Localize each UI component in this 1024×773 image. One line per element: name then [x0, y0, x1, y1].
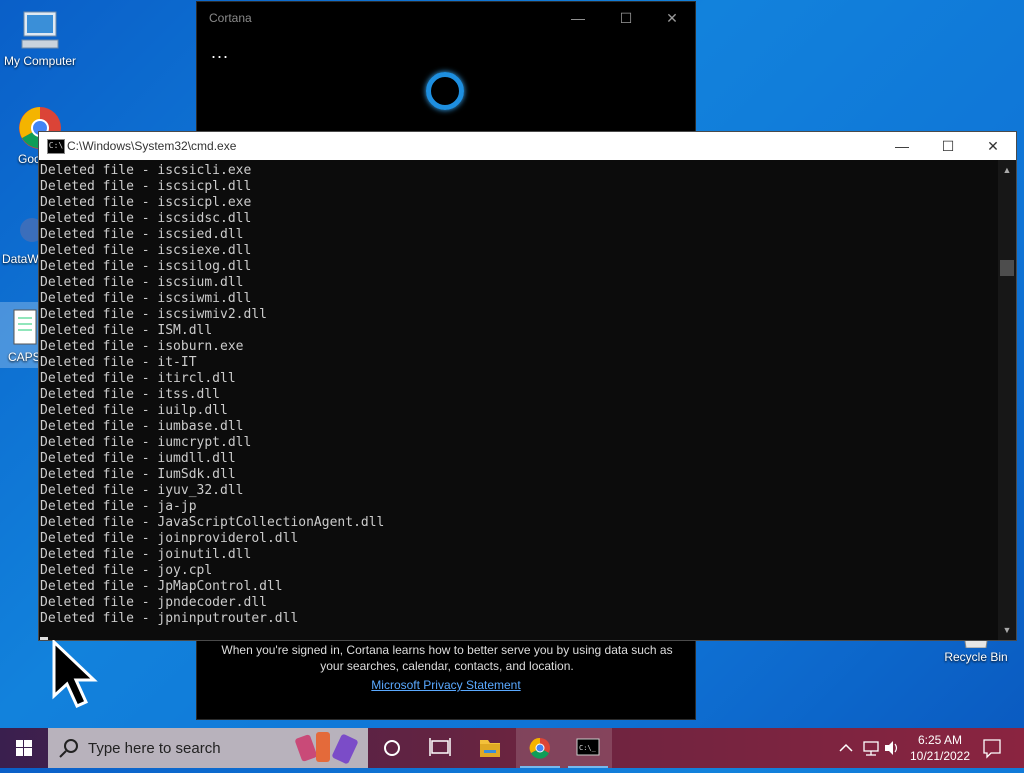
cmd-window[interactable]: C:\ C:\Windows\System32\cmd.exe — ☐ ✕ De…	[38, 131, 1017, 641]
console-output[interactable]: Deleted file - iscsicli.exe Deleted file …	[40, 163, 998, 639]
cortana-dots: ...	[211, 42, 230, 62]
maximize-icon: ☐	[619, 10, 633, 26]
console-line: Deleted file - JavaScriptCollectionAgent…	[40, 515, 385, 530]
clock-date: 10/21/2022	[909, 749, 971, 763]
chevron-up-icon	[839, 743, 853, 752]
cmd-app-icon: C:\	[47, 139, 65, 154]
cortana-minimize-button[interactable]: —	[555, 4, 601, 32]
desktop-icon-caps[interactable]: CAPS	[0, 302, 41, 368]
cortana-info-line-2: your searches, calendar, contacts, and l…	[320, 659, 574, 673]
console-line: Deleted file - iscsiwmi.dll	[40, 291, 252, 306]
chrome-taskbar-button[interactable]	[516, 728, 564, 768]
console-line: Deleted file - iumdll.dll	[40, 451, 236, 466]
cortana-taskbar-button[interactable]	[368, 728, 416, 768]
console-line: Deleted file - joinproviderol.dll	[40, 531, 299, 546]
speaker-icon	[885, 741, 898, 755]
file-explorer-taskbar-button[interactable]	[466, 728, 514, 768]
console-line: Deleted file - joinutil.dll	[40, 547, 252, 562]
console-line: Deleted file - iscsicpl.dll	[40, 179, 252, 194]
document-icon	[13, 309, 37, 345]
scroll-down-arrow-icon[interactable]: ▼	[998, 622, 1016, 638]
cortana-circle-icon	[384, 740, 400, 756]
console-line: Deleted file - IumSdk.dll	[40, 467, 236, 482]
cmd-close-button[interactable]: ✕	[970, 132, 1016, 160]
network-icon	[863, 741, 879, 756]
console-line: Deleted file - iscsied.dll	[40, 227, 244, 242]
chrome-icon	[529, 737, 550, 759]
volume-tray-button[interactable]	[882, 728, 902, 768]
desktop-icon-my-computer[interactable]: My Computer	[0, 10, 80, 68]
console-cursor	[40, 637, 48, 640]
minimize-icon: —	[571, 10, 585, 26]
cmd-minimize-button[interactable]: —	[879, 132, 925, 160]
console-scrollbar[interactable]: ▲ ▼	[998, 160, 1016, 640]
command-prompt-icon: C:\_	[576, 738, 600, 756]
cortana-maximize-button[interactable]: ☐	[603, 4, 649, 32]
computer-icon	[21, 11, 59, 49]
console-line: Deleted file - itss.dll	[40, 387, 221, 402]
clock-time: 6:25 AM	[917, 733, 963, 747]
tray-chevron-button[interactable]	[836, 728, 856, 768]
console-line: Deleted file - iyuv_32.dll	[40, 483, 244, 498]
console-line: Deleted file - iscsilog.dll	[40, 259, 252, 274]
search-icon	[59, 739, 78, 758]
console-line: Deleted file - JpMapControl.dll	[40, 579, 283, 594]
console-line: Deleted file - jpndecoder.dll	[40, 595, 267, 610]
console-line: Deleted file - iumcrypt.dll	[40, 435, 252, 450]
task-view-button[interactable]	[416, 728, 464, 768]
cmd-titlebar[interactable]: C:\ C:\Windows\System32\cmd.exe — ☐ ✕	[39, 132, 1016, 160]
console-line: Deleted file - ISM.dll	[40, 323, 213, 338]
console-line: Deleted file - it-IT	[40, 355, 197, 370]
scrollbar-thumb[interactable]	[1000, 260, 1014, 276]
search-placeholder: Type here to search	[88, 740, 221, 757]
console-line: Deleted file - ja-jp	[40, 499, 197, 514]
cortana-ring-icon	[426, 72, 464, 110]
cmd-title: C:\Windows\System32\cmd.exe	[67, 139, 237, 153]
mouse-pointer-icon	[52, 640, 98, 708]
taskbar: Type here to search C:\_ 6:25 AM 10/21/2…	[0, 728, 1024, 768]
console-line: Deleted file - iscsium.dll	[40, 275, 244, 290]
close-icon: ✕	[666, 10, 678, 26]
console-line: Deleted file - iumbase.dll	[40, 419, 244, 434]
console-line: Deleted file - isoburn.exe	[40, 339, 244, 354]
console-line: Deleted file - iscsidsc.dll	[40, 211, 252, 226]
start-button[interactable]	[0, 728, 48, 768]
cortana-close-button[interactable]: ✕	[649, 4, 695, 32]
maximize-icon: ☐	[941, 138, 955, 154]
action-center-button[interactable]	[978, 728, 1006, 768]
console-line: Deleted file - iuilp.dll	[40, 403, 228, 418]
cortana-info-text: When you're signed in, Cortana learns ho…	[217, 642, 677, 674]
taskbar-search-box[interactable]: Type here to search	[48, 728, 368, 768]
console-line: Deleted file - itircl.dll	[40, 371, 236, 386]
network-tray-button[interactable]	[860, 728, 882, 768]
folder-icon	[480, 740, 500, 757]
taskbar-clock[interactable]: 6:25 AM 10/21/2022	[900, 732, 980, 764]
console-line: Deleted file - iscsicpl.exe	[40, 195, 252, 210]
console-line: Deleted file - iscsiwmiv2.dll	[40, 307, 267, 322]
scroll-up-arrow-icon[interactable]: ▲	[998, 162, 1016, 178]
desktop-icon-label: Recycle Bin	[944, 650, 1008, 664]
console-line: Deleted file - iscsiexe.dll	[40, 243, 252, 258]
minimize-icon: —	[895, 138, 909, 154]
cmd-taskbar-button[interactable]: C:\_	[564, 728, 612, 768]
cmd-maximize-button[interactable]: ☐	[925, 132, 971, 160]
task-view-icon	[429, 738, 451, 756]
desktop-icon-label: My Computer	[3, 54, 77, 68]
privacy-statement-link[interactable]: Microsoft Privacy Statement	[197, 678, 695, 692]
notification-icon	[983, 739, 1001, 759]
cortana-info-line-1: When you're signed in, Cortana learns ho…	[221, 643, 673, 657]
svg-text:C:\_: C:\_	[579, 744, 597, 752]
search-highlight-icon	[295, 732, 358, 764]
console-line: Deleted file - jpninputrouter.dll	[40, 611, 299, 626]
console-line: Deleted file - iscsicli.exe	[40, 163, 252, 178]
windows-logo-icon	[16, 740, 32, 756]
console-line: Deleted file - joy.cpl	[40, 563, 213, 578]
desktop-icon-label: CAPS	[8, 350, 41, 364]
close-icon: ✕	[987, 138, 999, 154]
cortana-title: Cortana	[209, 11, 252, 25]
